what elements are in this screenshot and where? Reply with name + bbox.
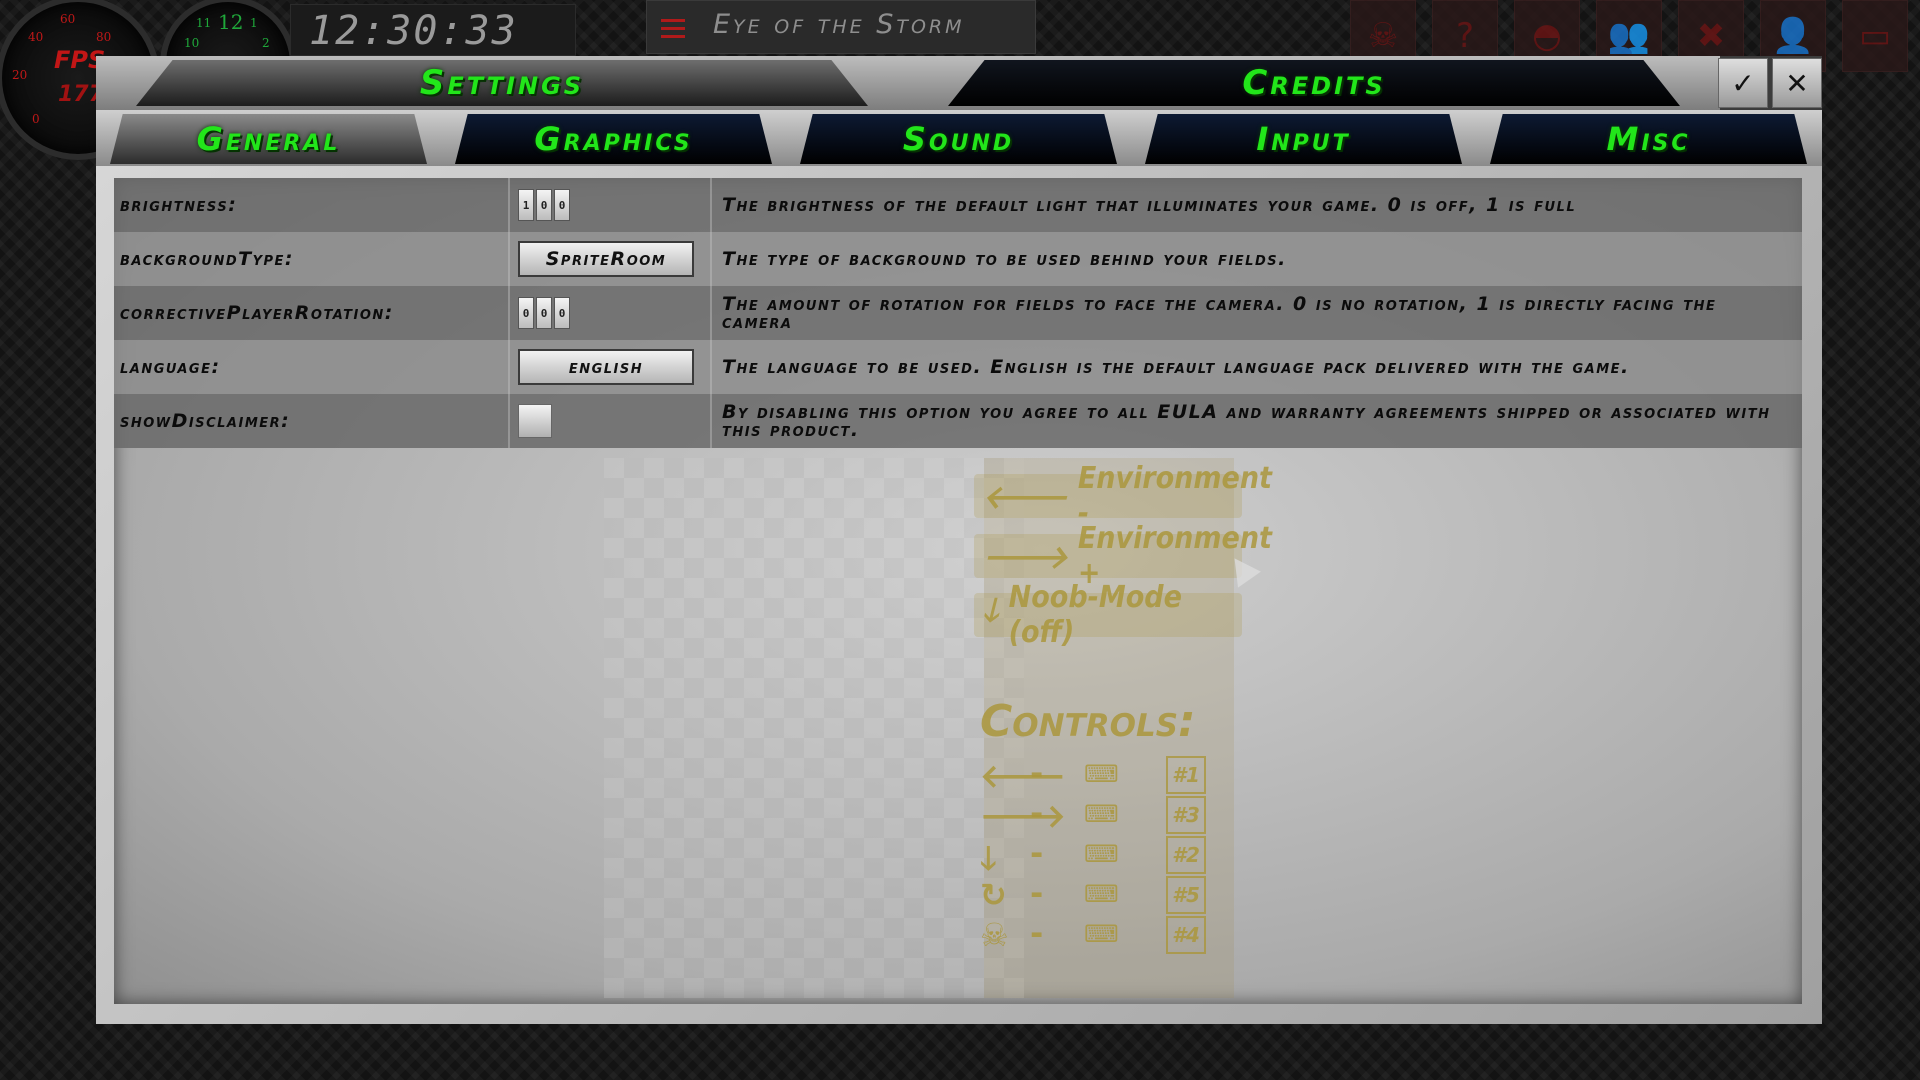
fps-tick: 80 [96, 30, 112, 44]
setting-row-language: language: english The language to be use… [114, 340, 1802, 394]
show-disclaimer-checkbox[interactable] [518, 404, 552, 438]
corrective-player-rotation-input[interactable]: 0 0 0 [518, 297, 570, 329]
arrow-left-icon: 🡐 [980, 757, 1066, 795]
clock-tick: 1 [250, 16, 258, 30]
tab-graphics-label: Graphics [534, 120, 693, 158]
control-row: 🡐 - ⌨ #1 [980, 754, 1240, 795]
tab-input[interactable]: Input [1131, 114, 1476, 164]
setting-label: language: [114, 340, 510, 394]
level-name: Eye of the Storm [713, 9, 965, 40]
clock-tick: 10 [184, 36, 200, 50]
settings-table: brightness: 1 0 0 The brightness of the … [114, 178, 1802, 448]
digit: 0 [554, 189, 570, 221]
controls-title: Controls: [980, 696, 1196, 747]
control-dash: - [1030, 754, 1044, 792]
setting-label: correctivePlayerRotation: [114, 286, 510, 340]
tab-settings[interactable]: Settings [96, 56, 908, 110]
setting-label: backgroundType: [114, 232, 510, 286]
control-key-number: #4 [1166, 916, 1206, 954]
digit: 0 [554, 297, 570, 329]
control-row: ☠ - ⌨ #4 [980, 914, 1240, 954]
tab-settings-label: Settings [419, 63, 585, 103]
tab-input-label: Input [1256, 120, 1351, 158]
main-tabs: Settings Credits ✓ ✕ [96, 56, 1822, 110]
keyboard-icon: ⌨ [1084, 920, 1119, 948]
tab-misc-label: Misc [1606, 120, 1691, 158]
control-dash: - [1030, 874, 1044, 912]
noob-mode-label: Noob-Mode (off) [1008, 580, 1182, 650]
setting-row-brightness: brightness: 1 0 0 The brightness of the … [114, 178, 1802, 232]
control-dash: - [1030, 794, 1044, 832]
noob-mode-button: 🡓 Noob-Mode (off) [974, 580, 1242, 650]
control-row: 🡓 - ⌨ #2 [980, 834, 1240, 877]
checkmark-icon: ✓ [1731, 66, 1755, 100]
keyboard-icon: ⌨ [1084, 880, 1119, 908]
setting-description: By disabling this option you agree to al… [710, 394, 1802, 448]
skull-icon: ☠ [980, 916, 1009, 954]
environment-minus-button: 🡐 Environment - [974, 461, 1272, 531]
fps-tick: 60 [60, 12, 76, 26]
fps-tick: 40 [28, 30, 44, 44]
tab-credits[interactable]: Credits [908, 56, 1720, 110]
tab-general[interactable]: General [96, 114, 441, 164]
close-button[interactable]: ✕ [1772, 58, 1822, 108]
arrow-down-icon: 🡓 [982, 591, 999, 629]
settings-dialog: Settings Credits ✓ ✕ General Graphics So… [96, 56, 1822, 1024]
digital-clock: 12:30:33 [290, 4, 576, 56]
keyboard-icon: ⌨ [1084, 800, 1119, 828]
fps-tick: 0 [32, 112, 40, 126]
digit: 0 [518, 297, 534, 329]
brightness-input[interactable]: 1 0 0 [518, 189, 570, 221]
setting-description: The type of background to be used behind… [710, 232, 1802, 286]
control-key-number: #1 [1166, 756, 1206, 794]
setting-label: showDisclaimer: [114, 394, 510, 448]
sub-tabs: General Graphics Sound Input Misc [96, 110, 1822, 166]
setting-description: The brightness of the default light that… [710, 178, 1802, 232]
keyboard-icon: ⌨ [1084, 760, 1119, 788]
clock-tick: 11 [196, 16, 212, 30]
digit: 0 [536, 297, 552, 329]
control-row: 🡒 - ⌨ #3 [980, 794, 1240, 835]
setting-label: brightness: [114, 178, 510, 232]
background-type-select[interactable]: SpriteRoom [518, 241, 694, 277]
close-icon: ✕ [1785, 66, 1809, 100]
digit: 0 [536, 189, 552, 221]
setting-row-corrective-player-rotation: correctivePlayerRotation: 0 0 0 The amou… [114, 286, 1802, 340]
tab-sound-label: Sound [902, 120, 1015, 158]
background-checkerboard [604, 458, 1024, 998]
level-title-bar: Eye of the Storm [646, 0, 1036, 54]
clock-tick: 12 [218, 10, 244, 34]
control-row: ↻ - ⌨ #5 [980, 874, 1240, 914]
content-frame: 🡐 Environment - 🡒 Environment + 🡓 Noob-M… [96, 166, 1822, 1024]
fps-tick: 20 [12, 68, 28, 82]
arrow-left-icon: 🡐 [982, 477, 1068, 516]
language-select[interactable]: english [518, 349, 694, 385]
environment-plus-button: 🡒 Environment + [974, 521, 1272, 591]
control-dash: - [1030, 834, 1044, 872]
control-key-number: #3 [1166, 796, 1206, 834]
arrow-right-icon: 🡒 [982, 537, 1068, 576]
keyboard-icon: ⌨ [1084, 840, 1119, 868]
setting-row-show-disclaimer: showDisclaimer: By disabling this option… [114, 394, 1802, 448]
control-dash: - [1030, 914, 1044, 952]
rotate-icon: ↻ [980, 876, 1007, 914]
confirm-button[interactable]: ✓ [1718, 58, 1768, 108]
settings-panel: 🡐 Environment - 🡒 Environment + 🡓 Noob-M… [114, 178, 1802, 1004]
control-key-number: #2 [1166, 836, 1206, 874]
tab-credits-label: Credits [1242, 63, 1386, 103]
arrow-right-icon: 🡒 [980, 797, 1066, 835]
tab-sound[interactable]: Sound [786, 114, 1131, 164]
control-key-number: #5 [1166, 876, 1206, 914]
setting-row-background-type: backgroundType: SpriteRoom The type of b… [114, 232, 1802, 286]
clock-tick: 2 [262, 36, 270, 50]
tab-misc[interactable]: Misc [1476, 114, 1821, 164]
digit: 1 [518, 189, 534, 221]
menu-icon[interactable] [661, 19, 685, 39]
setting-description: The language to be used. English is the … [710, 340, 1802, 394]
setting-description: The amount of rotation for fields to fac… [710, 286, 1802, 340]
tab-general-label: General [196, 120, 341, 158]
tab-graphics[interactable]: Graphics [441, 114, 786, 164]
monitor-icon[interactable]: ▭ [1842, 0, 1908, 72]
